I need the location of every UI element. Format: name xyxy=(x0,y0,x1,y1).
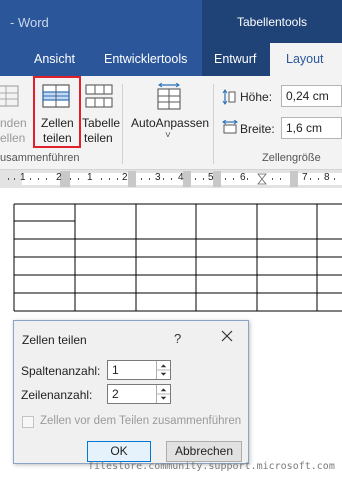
rows-spinner[interactable] xyxy=(156,385,170,403)
autofit-icon[interactable] xyxy=(156,83,182,111)
ruler-ticks xyxy=(8,171,335,187)
ribbon-separator xyxy=(122,84,123,164)
tab-entwicklertools[interactable]: Entwicklertools xyxy=(104,52,187,66)
split-cells-label-1: Zellen xyxy=(41,116,74,130)
rows-input[interactable]: 2 xyxy=(107,384,171,404)
ok-button[interactable]: OK xyxy=(87,441,151,462)
help-icon[interactable]: ? xyxy=(174,331,181,346)
merge-cells-icon xyxy=(0,85,19,107)
ruler-label-1: 1 xyxy=(20,172,26,183)
tab-entwurf[interactable]: Entwurf xyxy=(214,52,256,66)
ruler-label-3: 1 xyxy=(87,172,93,183)
watermark: filestore.community.support.microsoft.co… xyxy=(88,461,335,472)
horizontal-ruler[interactable]: 1 2 1 2 3 4 5 6 7 8 xyxy=(0,170,342,188)
row-height-icon xyxy=(222,89,236,105)
height-label: Höhe: xyxy=(240,90,273,104)
word-table[interactable] xyxy=(0,188,342,318)
dialog-title: Zellen teilen xyxy=(22,333,87,347)
width-input[interactable]: 1,6 cm xyxy=(281,117,342,139)
split-cells-dialog: Zellen teilen ? Spaltenanzahl: 1 Zeilena… xyxy=(13,320,249,464)
tab-ansicht[interactable]: Ansicht xyxy=(34,52,75,66)
rows-value: 2 xyxy=(112,387,119,401)
ruler-label-8: 6 xyxy=(240,172,246,183)
ruler-label-2: 2 xyxy=(56,172,62,183)
rows-label: Zeilenanzahl: xyxy=(21,388,93,402)
autofit-dropdown-icon[interactable]: ˅ xyxy=(165,130,171,141)
ribbon: nden ellen Zellen teilen Tabelle teilen … xyxy=(0,76,342,170)
split-table-label-1: Tabelle xyxy=(82,116,121,130)
split-table-label-2: teilen xyxy=(84,131,113,145)
window-title: - Word xyxy=(10,15,49,30)
split-cells-icon xyxy=(42,84,70,108)
ruler-label-9: 7 xyxy=(302,172,308,183)
close-icon[interactable] xyxy=(219,328,235,344)
context-group-title: Tabellentools xyxy=(236,15,308,29)
columns-spinner[interactable] xyxy=(156,361,170,379)
ruler-label-5: 3 xyxy=(155,172,161,183)
ribbon-separator-2 xyxy=(213,84,214,164)
split-cells-label-2: teilen xyxy=(43,131,72,145)
merge-before-split-label: Zellen vor dem Teilen zusammenführen xyxy=(40,415,242,427)
columns-input[interactable]: 1 xyxy=(107,360,171,380)
merge-cells-label-1: nden xyxy=(0,116,27,130)
column-width-icon xyxy=(222,120,238,134)
height-input[interactable]: 0,24 cm xyxy=(281,85,342,107)
ruler-label-4: 2 xyxy=(122,172,128,183)
columns-value: 1 xyxy=(112,363,119,377)
merge-group-label: usammenführen xyxy=(0,152,80,164)
tab-layout[interactable]: Layout xyxy=(270,43,342,76)
merge-cells-label-2: ellen xyxy=(0,131,26,145)
width-label: Breite: xyxy=(240,122,275,136)
cell-size-group-label: Zellengröße xyxy=(262,152,321,164)
columns-label: Spaltenanzahl: xyxy=(21,364,101,378)
merge-before-split-checkbox[interactable] xyxy=(22,416,34,428)
ruler-label-7: 5 xyxy=(208,172,214,183)
cancel-button[interactable]: Abbrechen xyxy=(166,441,242,462)
ruler-label-6: 4 xyxy=(178,172,184,183)
ruler-label-10: 8 xyxy=(324,172,330,183)
split-table-icon[interactable] xyxy=(85,84,115,110)
tab-layout-label: Layout xyxy=(286,52,324,66)
autofit-label[interactable]: AutoAnpassen xyxy=(131,116,209,130)
